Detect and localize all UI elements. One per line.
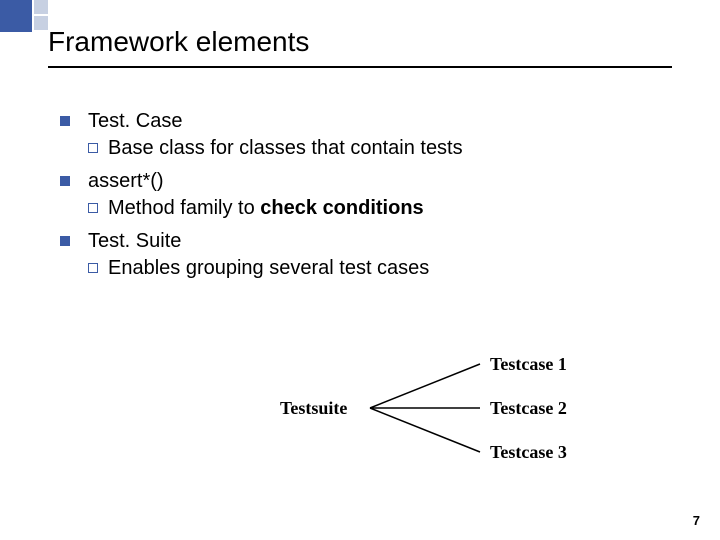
- item-label: assert*(): [88, 170, 164, 193]
- title-underline: [48, 66, 672, 68]
- square-bullet-icon: [60, 176, 70, 186]
- sub-list-item: Enables grouping several test cases: [88, 257, 660, 280]
- item-label: Test. Case: [88, 110, 182, 133]
- hollow-square-bullet-icon: [88, 203, 98, 213]
- diagram-lines-icon: [280, 340, 640, 480]
- sub-item-text: Base class for classes that contain test…: [108, 137, 463, 160]
- list-item: assert*(): [60, 170, 660, 193]
- sub-list-item: Base class for classes that contain test…: [88, 137, 660, 160]
- content-area: Test. Case Base class for classes that c…: [60, 100, 660, 286]
- sub-item-text: Enables grouping several test cases: [108, 257, 429, 280]
- sub-list-item: Method family to check conditions: [88, 197, 660, 220]
- sub-item-text: Method family to check conditions: [108, 197, 424, 220]
- hollow-square-bullet-icon: [88, 263, 98, 273]
- hollow-square-bullet-icon: [88, 143, 98, 153]
- testsuite-diagram: Testsuite Testcase 1 Testcase 2 Testcase…: [280, 340, 640, 480]
- list-item: Test. Suite: [60, 230, 660, 253]
- slide-title: Framework elements: [48, 26, 309, 58]
- square-bullet-icon: [60, 236, 70, 246]
- accent-decoration: [0, 0, 48, 34]
- item-label: Test. Suite: [88, 230, 181, 253]
- list-item: Test. Case: [60, 110, 660, 133]
- square-bullet-icon: [60, 116, 70, 126]
- page-number: 7: [693, 513, 700, 528]
